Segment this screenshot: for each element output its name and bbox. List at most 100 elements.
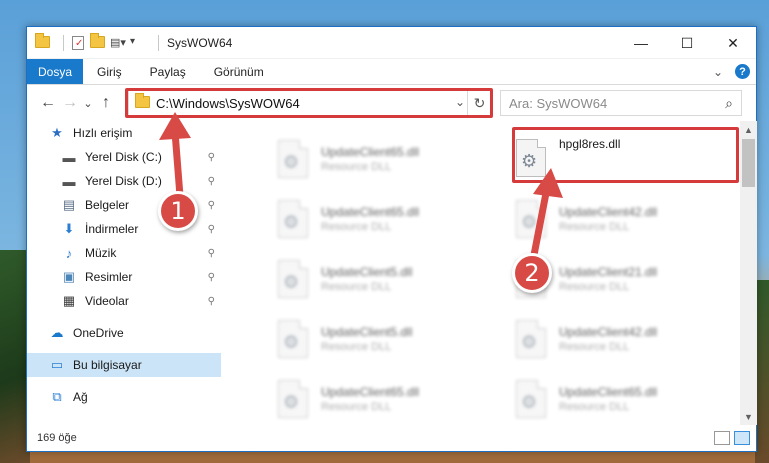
download-icon: ⬇ (63, 221, 75, 236)
file-item[interactable]: ⚙ UpdateClient65.dll Resource DLL (275, 371, 485, 425)
file-text: UpdateClient65.dll Resource DLL (321, 205, 419, 233)
sidebar-item-onedrive[interactable]: ☁ OneDrive (27, 321, 221, 345)
pin-icon[interactable]: ⚲ (208, 272, 215, 283)
file-description: Resource DLL (559, 281, 630, 293)
sidebar-item-label: Videolar (85, 294, 129, 308)
file-text: UpdateClient65.dll Resource DLL (321, 145, 419, 173)
file-item[interactable]: ⚙ hpgl8res.dll (513, 131, 723, 187)
close-button[interactable]: ✕ (710, 27, 756, 59)
sidebar-item-resimler[interactable]: ▣ Resimler ⚲ (27, 265, 221, 289)
quick-access-dropdown-icon[interactable]: ▾ (130, 36, 144, 50)
file-description: Resource DLL (559, 221, 630, 233)
dll-file-icon: ⚙ (275, 198, 311, 240)
forward-button[interactable]: → (59, 92, 81, 114)
file-text: UpdateClient65.dll Resource DLL (321, 385, 419, 413)
tab-home[interactable]: Giriş (83, 59, 136, 84)
scroll-down-icon[interactable]: ▼ (740, 408, 757, 425)
sidebar-item-label: Bu bilgisayar (73, 358, 142, 372)
sidebar-item-label: OneDrive (73, 326, 124, 340)
file-item[interactable]: ⚙ UpdateClient42.dll Resource DLL (513, 311, 723, 367)
file-item[interactable]: ⚙ UpdateClient5.dll Resource DLL (275, 311, 485, 367)
sidebar-item-yerel-disk-c-[interactable]: ▬ Yerel Disk (C:) ⚲ (27, 145, 221, 169)
file-name: UpdateClient5.dll (321, 325, 413, 339)
file-item[interactable]: ⚙ UpdateClient42.dll Resource DLL (513, 191, 723, 247)
file-name: hpgl8res.dll (559, 137, 621, 151)
navigation-pane: ★ Hızlı erişim ▬ Yerel Disk (C:) ⚲ ▬ Yerel Dis… (27, 121, 221, 425)
sidebar-item-ağ[interactable]: ⧉ Ağ (27, 385, 221, 409)
new-folder-icon[interactable] (90, 32, 105, 50)
file-name: UpdateClient65.dll (559, 385, 658, 399)
pin-icon[interactable]: ⚲ (208, 176, 215, 187)
details-view-button[interactable] (714, 431, 730, 445)
annotation-badge-2: 2 (512, 253, 552, 293)
sidebar-item-label: Yerel Disk (C:) (85, 150, 162, 164)
computer-icon: ▭ (50, 357, 64, 372)
pictures-icon: ▣ (62, 269, 76, 284)
navigation-bar: ← → ⌄ ↑ C:\Windows\SysWOW64 ⌄ ↻ Ara: Sys… (27, 85, 756, 121)
file-description: Resource DLL (321, 161, 392, 173)
sidebar-item-hızlı-erişim[interactable]: ★ Hızlı erişim (27, 121, 221, 145)
file-item[interactable]: ⚙ UpdateClient5.dll Resource DLL (275, 251, 485, 307)
divider (158, 34, 159, 51)
file-item[interactable]: ⚙ UpdateClient65.dll Resource DLL (275, 191, 485, 247)
file-text: UpdateClient5.dll Resource DLL (321, 325, 412, 353)
sidebar-item-videolar[interactable]: ▦ Videolar ⚲ (27, 289, 221, 313)
file-text: UpdateClient42.dll Resource DLL (559, 205, 657, 233)
minimize-button[interactable]: — (618, 27, 664, 59)
ribbon-tabs: Dosya Giriş Paylaş Görünüm ⌄ ? (27, 59, 756, 85)
file-description: Resource DLL (559, 401, 630, 413)
sidebar-item-yerel-disk-d-[interactable]: ▬ Yerel Disk (D:) ⚲ (27, 169, 221, 193)
pin-icon[interactable]: ⚲ (208, 296, 215, 307)
maximize-button[interactable]: ☐ (664, 27, 710, 59)
expand-ribbon-icon[interactable]: ⌄ (713, 65, 723, 79)
sidebar-item-label: Belgeler (85, 198, 130, 212)
pin-icon[interactable]: ⚲ (208, 224, 215, 235)
sidebar-item-bu-bilgisayar[interactable]: ▭ Bu bilgisayar (27, 353, 221, 377)
tab-view[interactable]: Görünüm (200, 59, 278, 84)
sidebar-item-müzik[interactable]: ♪ Müzik ⚲ (27, 241, 221, 265)
explorer-window: ✓ ▤▾ ▾ SysWOW64 — ☐ ✕ Dosya Giriş Paylaş… (26, 26, 757, 452)
dll-file-icon: ⚙ (513, 318, 549, 360)
file-description: Resource DLL (321, 341, 392, 353)
file-text: UpdateClient65.dll Resource DLL (559, 385, 657, 413)
file-description: Resource DLL (321, 281, 392, 293)
divider (63, 34, 64, 51)
sidebar-item-label: Müzik (85, 246, 117, 260)
vertical-scrollbar[interactable]: ▲ ▼ (740, 121, 757, 425)
drive-icon: ▬ (62, 173, 76, 189)
recent-locations-button[interactable]: ⌄ (81, 92, 95, 114)
pin-icon[interactable]: ⚲ (208, 248, 215, 259)
file-item[interactable]: ⚙ UpdateClient65.dll Resource DLL (275, 131, 485, 187)
back-button[interactable]: ← (37, 92, 59, 114)
dll-file-icon: ⚙ (513, 198, 549, 240)
title-bar: ✓ ▤▾ ▾ SysWOW64 — ☐ ✕ (27, 27, 756, 59)
search-icon[interactable]: ⌕ (725, 95, 733, 112)
file-item[interactable]: ⚙ UpdateClient65.dll Resource DLL (513, 371, 723, 425)
properties-icon[interactable]: ✓ (72, 35, 84, 50)
file-text: UpdateClient21.dll Resource DLL (559, 265, 657, 293)
up-button[interactable]: ↑ (95, 92, 117, 114)
dll-file-icon: ⚙ (275, 378, 311, 420)
scroll-thumb[interactable] (742, 139, 755, 187)
customize-toolbar-icon[interactable]: ▤▾ (110, 36, 126, 50)
drive-icon: ▬ (62, 149, 76, 165)
large-icons-view-button[interactable] (734, 431, 750, 445)
search-placeholder: Ara: SysWOW64 (509, 95, 608, 111)
tab-file[interactable]: Dosya (27, 59, 83, 84)
file-name: UpdateClient65.dll (321, 205, 420, 219)
network-icon: ⧉ (52, 389, 62, 404)
tab-share[interactable]: Paylaş (136, 59, 200, 84)
help-icon[interactable]: ? (735, 64, 750, 79)
pin-icon[interactable]: ⚲ (208, 152, 215, 163)
search-input[interactable]: Ara: SysWOW64 ⌕ (500, 90, 742, 116)
videos-icon: ▦ (62, 293, 76, 308)
dll-file-icon: ⚙ (275, 258, 311, 300)
file-list: ⚙ UpdateClient65.dll Resource DLL ⚙ hpgl8res… (223, 121, 740, 425)
scroll-up-icon[interactable]: ▲ (740, 121, 757, 138)
dll-file-icon: ⚙ (275, 138, 311, 180)
item-count: 169 öğe (37, 432, 77, 444)
pin-icon[interactable]: ⚲ (208, 200, 215, 211)
